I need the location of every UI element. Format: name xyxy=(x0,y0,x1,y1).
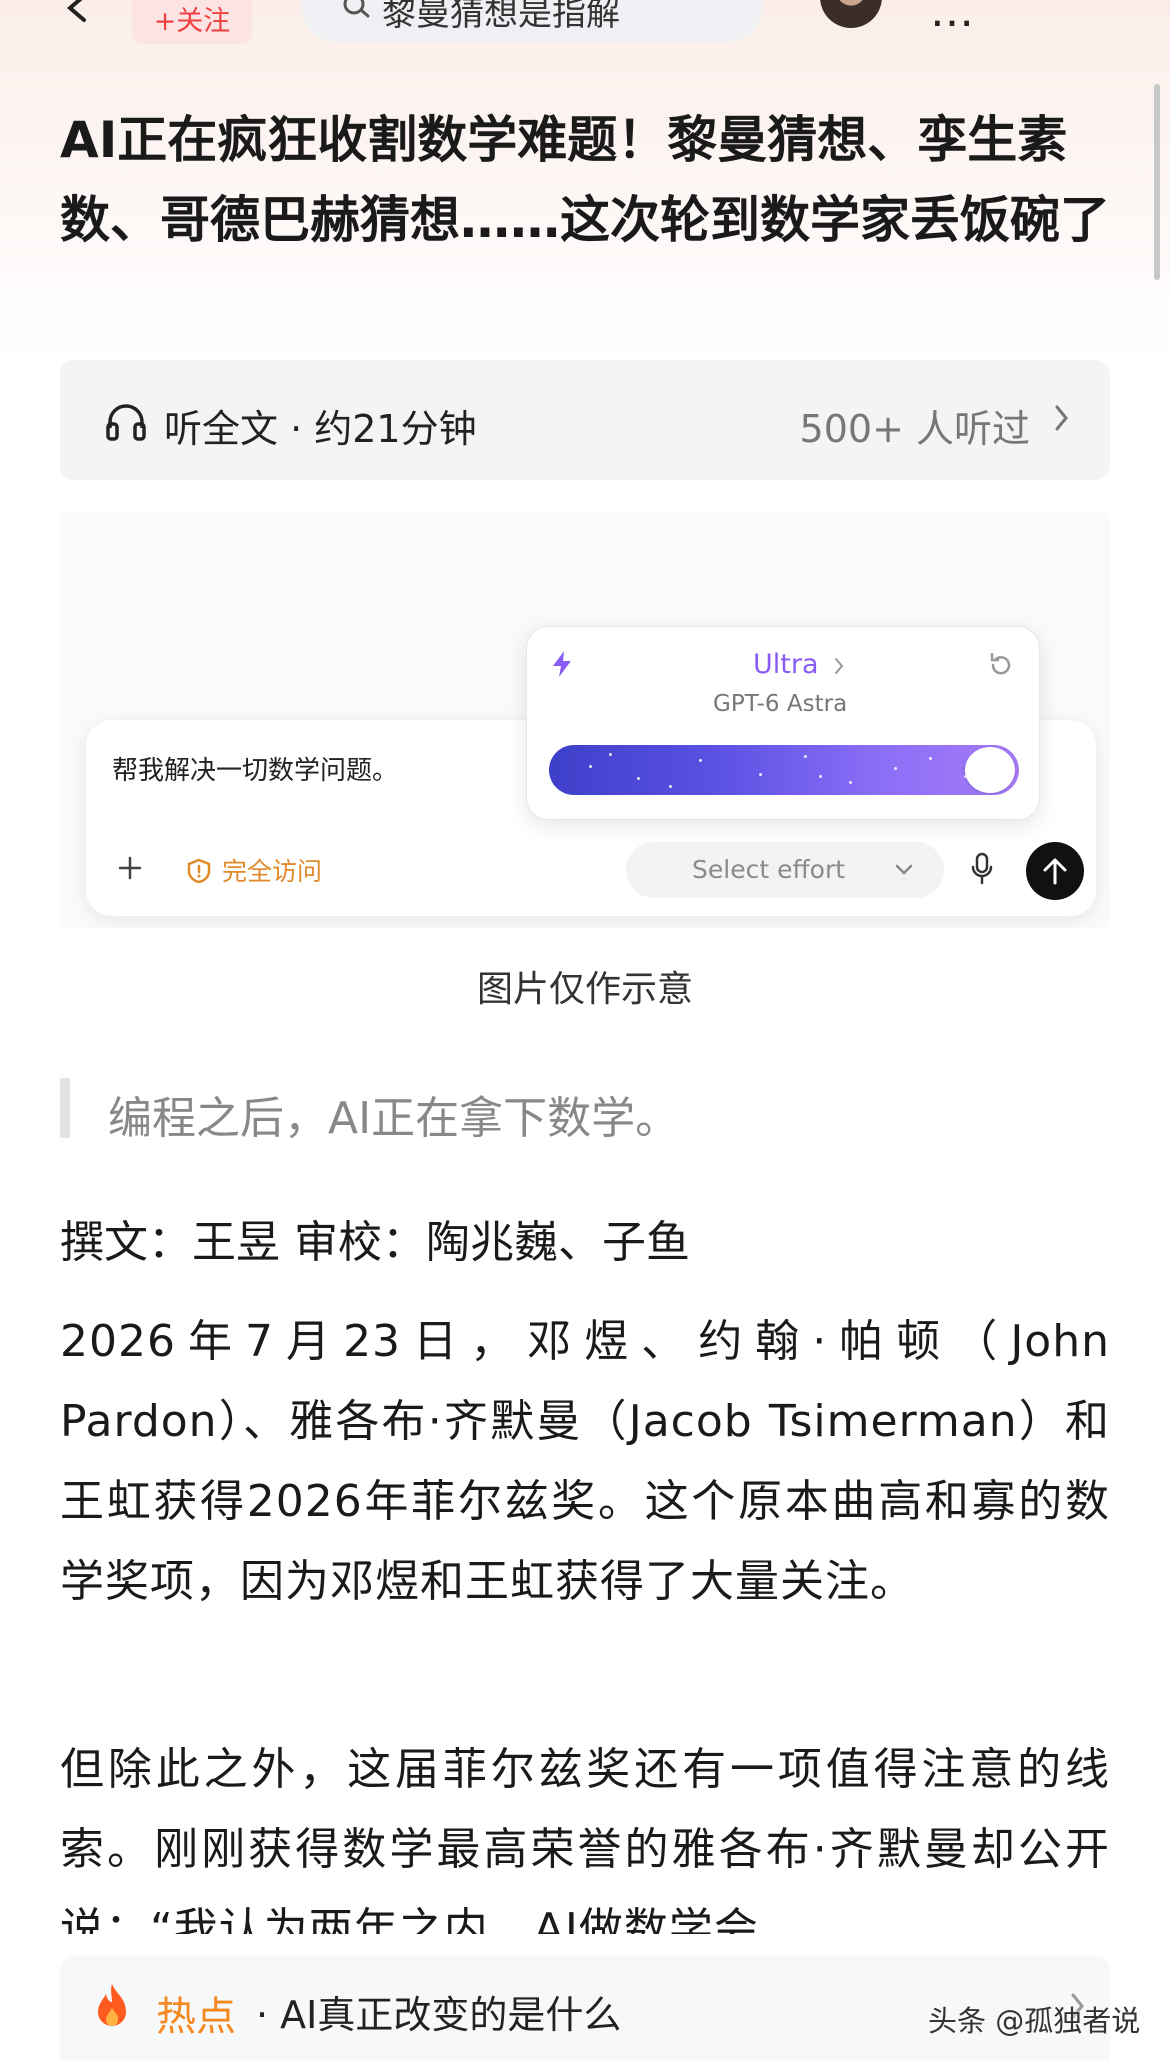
chevron-right-icon xyxy=(1054,404,1070,436)
search-input[interactable]: 黎曼猜想是指解 xyxy=(302,0,762,42)
send-button xyxy=(1026,842,1084,900)
paragraph: 2026年7月23日，邓煜、约翰·帕顿（John Pardon）、雅各布·齐默曼… xyxy=(60,1316,1110,1607)
sparkle-dot xyxy=(819,775,822,778)
plus-icon xyxy=(118,856,142,884)
full-access-label: 完全访问 xyxy=(222,857,323,886)
hot-topic-text: · AI真正改变的是什么 xyxy=(256,1993,622,2037)
byline: 撰文：王昱 审校：陶兆巍、子鱼 xyxy=(60,1217,690,1268)
blockquote: 编程之后，AI正在拿下数学。 xyxy=(60,1078,1120,1144)
top-nav: +关注 黎曼猜想是指解 … xyxy=(0,0,1170,60)
effort-placeholder: Select effort xyxy=(692,855,846,884)
source-watermark: 头条 @孤独者说 xyxy=(928,2004,1141,2038)
search-query: 黎曼猜想是指解 xyxy=(382,0,620,34)
lightning-bolt-icon xyxy=(549,649,575,683)
model-selector-card: Ultra GPT-6 Astra xyxy=(526,626,1040,820)
headphone-icon xyxy=(104,400,148,446)
sparkle-dot xyxy=(669,785,672,788)
reset-icon xyxy=(987,651,1015,683)
model-tier: Ultra xyxy=(753,649,819,680)
quote-text: 编程之后，AI正在拿下数学。 xyxy=(108,1093,680,1144)
sparkle-dot xyxy=(849,781,852,784)
follow-button[interactable]: +关注 xyxy=(132,0,252,44)
slider-knob xyxy=(965,747,1015,793)
prompt-text: 帮我解决一切数学问题。 xyxy=(112,756,399,786)
chevron-down-icon xyxy=(894,862,914,881)
listen-label: 听全文 · 约21分钟 xyxy=(164,407,477,451)
sparkle-dot xyxy=(929,757,932,760)
effort-select: Select effort xyxy=(626,842,944,898)
microphone-icon xyxy=(970,852,994,890)
article-title: AI正在疯狂收割数学难题！黎曼猜想、孪生素数、哥德巴赫猜想……这次轮到数学家丢饭… xyxy=(60,111,1110,249)
sparkle-dot xyxy=(894,767,897,770)
article-illustration: 帮我解决一切数学问题。 完全访问 Select effort Ultra GPT… xyxy=(60,512,1110,928)
shield-alert-icon xyxy=(186,858,212,888)
image-caption: 图片仅作示意 xyxy=(476,969,693,1010)
avatar[interactable] xyxy=(820,0,882,28)
sparkle-dot xyxy=(637,777,640,780)
chevron-right-icon xyxy=(833,657,845,679)
more-icon[interactable]: … xyxy=(930,0,974,37)
sparkle-dot xyxy=(589,765,592,768)
sparkle-dot xyxy=(759,773,762,776)
paragraph: 但除此之外，这届菲尔兹奖还有一项值得注意的线索。刚刚获得数学最高荣誉的雅各布·齐… xyxy=(60,1744,1110,1934)
search-icon xyxy=(342,0,372,34)
hot-label: 热点 xyxy=(156,1994,236,2040)
effort-slider xyxy=(549,745,1019,795)
sparkle-dot xyxy=(804,755,807,758)
scrollbar[interactable] xyxy=(1154,84,1160,280)
listeners-count: 500+ 人听过 xyxy=(799,407,1030,451)
sparkle-dot xyxy=(609,753,612,756)
sparkle-dot xyxy=(699,759,702,762)
model-name: GPT-6 Astra xyxy=(713,691,848,717)
fire-icon xyxy=(90,1982,134,2036)
listen-full-text-bar[interactable]: 听全文 · 约21分钟 500+ 人听过 xyxy=(60,360,1110,480)
back-arrow-icon[interactable] xyxy=(66,0,88,22)
